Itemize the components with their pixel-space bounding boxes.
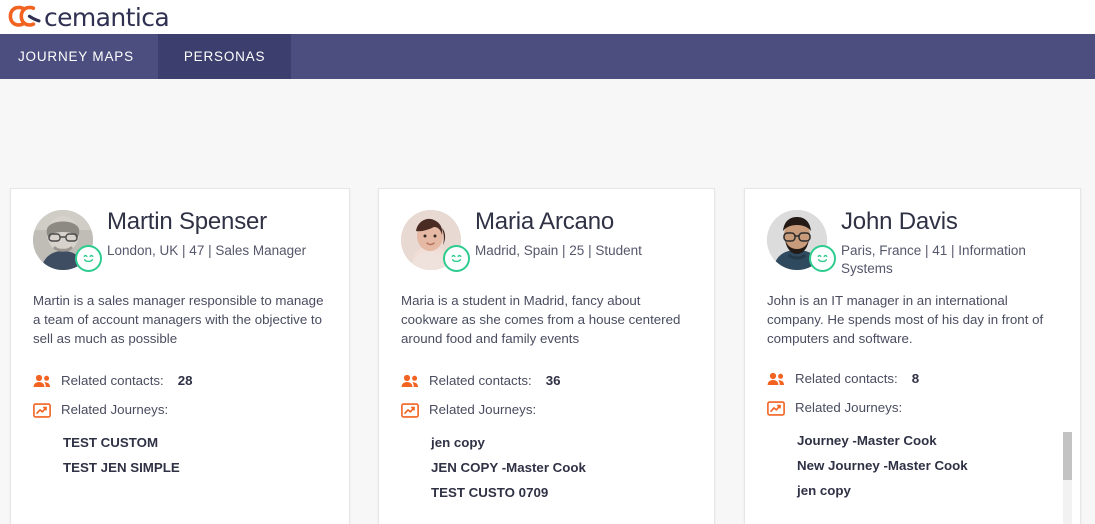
related-contacts-label: Related contacts: [61,372,164,388]
related-contacts-row: Related contacts: 36 [401,373,692,390]
related-contacts-value: 36 [545,372,561,388]
related-journeys-label: Related Journeys: [61,401,169,417]
avatar [33,210,102,272]
tab-personas[interactable]: PERSONAS [157,34,292,79]
related-journeys-row: Related Journeys: [767,400,1058,417]
mood-happy-face-icon [75,245,102,272]
persona-meta: Madrid, Spain | 25 | Student [475,242,642,258]
tab-journey-maps-label: JOURNEY MAPS [18,49,134,64]
related-journeys-row: Related Journeys: [33,402,327,419]
journey-list: Journey -Master Cook New Journey -Master… [767,429,1058,504]
persona-stats: Related contacts: 36 Related Journeys: j… [401,373,692,506]
cemantica-mark-icon [8,4,44,30]
related-contacts-label: Related contacts: [795,370,898,386]
persona-name: Maria Arcano [475,208,614,235]
persona-card-grid: Martin Spenser London, UK | 47 | Sales M… [0,79,1095,524]
persona-card[interactable]: Maria Arcano Madrid, Spain | 25 | Studen… [378,188,715,524]
chart-line-icon [401,402,419,419]
persona-meta: London, UK | 47 | Sales Manager [107,242,307,258]
persona-identity: Maria Arcano Madrid, Spain | 25 | Studen… [401,207,692,272]
journey-list-item[interactable]: JEN COPY -Master Cook [401,456,692,481]
journey-list: jen copy JEN COPY -Master Cook TEST CUST… [401,431,692,506]
persona-stats: Related contacts: 8 Related Journeys: Jo… [767,371,1058,504]
related-journeys-row: Related Journeys: [401,402,692,419]
persona-card[interactable]: John Davis Paris, France | 41 | Informat… [744,188,1081,524]
scrollbar-thumb[interactable] [1063,432,1072,480]
chart-line-icon [33,402,51,419]
tab-personas-label: PERSONAS [183,49,266,64]
journey-list-item[interactable]: jen copy [401,431,692,456]
chart-line-icon [767,401,785,417]
main-nav: JOURNEY MAPS PERSONAS [0,34,1095,79]
app-header: cemantica [0,0,1095,34]
persona-bio: John is an IT manager in an internationa… [767,293,1044,347]
journey-list-item[interactable]: New Journey -Master Cook [767,454,1058,479]
users-icon [33,374,51,390]
persona-stats: Related contacts: 28 Related Journeys: T… [33,373,327,481]
related-contacts-value: 8 [911,370,920,386]
persona-name: John Davis [841,208,958,235]
mood-happy-face-icon [443,245,470,272]
users-icon [401,374,419,390]
related-contacts-label: Related contacts: [429,372,532,388]
brand-logo[interactable]: cemantica [8,2,170,32]
related-journeys-label: Related Journeys: [795,399,903,415]
avatar [401,210,470,272]
tab-journey-maps[interactable]: JOURNEY MAPS [0,34,158,79]
journey-list-item[interactable]: jen copy [767,479,1058,504]
journey-list-item[interactable]: TEST JEN SIMPLE [33,456,327,481]
persona-card[interactable]: Martin Spenser London, UK | 47 | Sales M… [10,188,350,524]
brand-name: cemantica [44,2,170,32]
related-contacts-row: Related contacts: 28 [33,373,327,390]
persona-bio: Martin is a sales manager responsible to… [33,293,324,346]
journey-list: TEST CUSTOM TEST JEN SIMPLE [33,431,327,481]
related-contacts-row: Related contacts: 8 [767,371,1058,388]
persona-name: Martin Spenser [107,208,267,235]
persona-identity: Martin Spenser London, UK | 47 | Sales M… [33,207,327,272]
journey-list-item[interactable]: TEST CUSTOM [33,431,327,456]
persona-identity: John Davis Paris, France | 41 | Informat… [767,207,1058,278]
mood-happy-face-icon [809,245,836,272]
journey-list-item[interactable]: TEST CUSTO 0709 [401,481,692,506]
journey-list-item[interactable]: Journey -Master Cook [767,429,1058,454]
persona-bio: Maria is a student in Madrid, fancy abou… [401,293,681,346]
avatar [767,210,836,272]
related-contacts-value: 28 [177,372,193,388]
journey-list-scrollbar[interactable] [1063,432,1072,524]
persona-meta: Paris, France | 41 | Information Systems [841,242,1026,277]
users-icon [767,372,785,388]
related-journeys-label: Related Journeys: [429,401,537,417]
